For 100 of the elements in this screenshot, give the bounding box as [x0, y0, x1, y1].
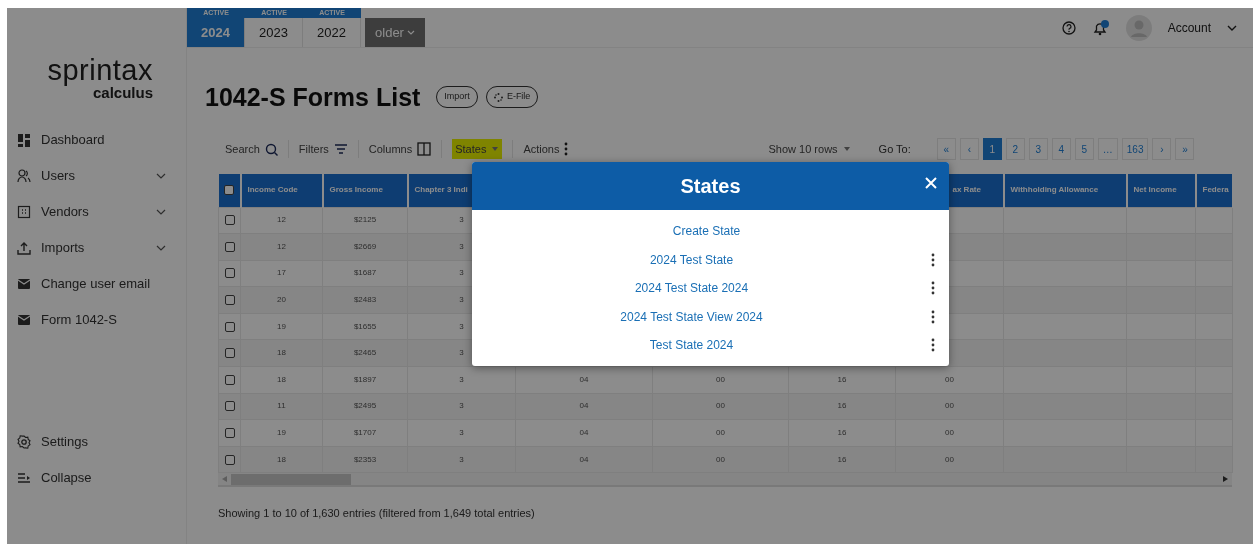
table-cell: 00 — [945, 454, 954, 464]
column-header[interactable]: Net Income — [1133, 185, 1177, 195]
import-button[interactable]: Import — [436, 86, 478, 108]
help-icon[interactable] — [1061, 20, 1076, 35]
sidebar-item[interactable]: Vendors — [7, 194, 186, 230]
filter-icon — [333, 143, 348, 155]
actions-button[interactable]: Actions — [523, 138, 569, 160]
notification-bell-icon[interactable] — [1091, 19, 1110, 36]
search-button[interactable]: Search — [225, 138, 278, 160]
table-cell: 3 — [459, 348, 464, 358]
filters-button[interactable]: Filters — [298, 138, 348, 160]
table-cell: 20 — [277, 295, 286, 305]
row-checkbox[interactable] — [224, 241, 235, 252]
create-state-link[interactable]: Create State — [472, 222, 941, 241]
page-button[interactable]: 2 — [1005, 138, 1025, 160]
kebab-icon[interactable] — [931, 281, 935, 296]
dialog-title: States — [680, 174, 741, 199]
page-button[interactable]: 1 — [982, 138, 1002, 160]
page-button[interactable]: » — [1175, 138, 1195, 160]
sidebar-item[interactable]: Users — [7, 158, 186, 194]
columns-button[interactable]: Columns — [368, 138, 432, 160]
kebab-icon[interactable] — [931, 252, 935, 267]
settings-icon — [17, 435, 31, 449]
older-dropdown[interactable]: older — [365, 18, 425, 47]
table-cell: 04 — [579, 401, 589, 411]
table-cell: 00 — [716, 454, 725, 464]
page-button[interactable]: › — [1152, 138, 1172, 160]
table-cell: $2125 — [353, 215, 377, 225]
envelope-icon — [17, 277, 31, 291]
rows-per-page-dropdown[interactable]: Show 10 rows — [768, 138, 851, 160]
table-cell: $1655 — [353, 321, 377, 331]
table-cell: 00 — [716, 401, 725, 411]
sidebar-item[interactable]: Dashboard — [7, 122, 186, 158]
table-cell: 12 — [277, 215, 286, 225]
table-cell: 00 — [716, 374, 725, 384]
scrollbar-thumb[interactable] — [231, 473, 351, 485]
row-checkbox[interactable] — [224, 401, 235, 412]
page-button[interactable]: 3 — [1028, 138, 1048, 160]
spinner-icon — [493, 92, 503, 102]
columns-icon — [417, 142, 432, 156]
row-checkbox[interactable] — [224, 215, 235, 226]
table-cell: $1687 — [353, 268, 377, 278]
state-link[interactable]: 2024 Test State 2024 — [472, 279, 911, 298]
table-cell: 3 — [459, 268, 464, 278]
table-cell: $2495 — [353, 401, 377, 411]
building-icon — [17, 205, 31, 219]
e-file-button[interactable]: E-File — [485, 86, 539, 108]
row-checkbox[interactable] — [224, 294, 235, 305]
logo-text: sprintax — [47, 56, 153, 85]
sidebar-item[interactable]: Settings — [7, 424, 186, 460]
state-link[interactable]: Test State 2024 — [472, 336, 911, 355]
states-dropdown[interactable]: States — [452, 138, 503, 160]
column-header[interactable]: Chapter 3 Indi — [414, 185, 468, 195]
sidebar-item[interactable]: Form 1042-S — [7, 302, 186, 338]
row-checkbox[interactable] — [224, 268, 235, 279]
account-menu[interactable]: Account — [1167, 18, 1237, 37]
table-cell: 3 — [459, 295, 464, 305]
table-cell: 04 — [579, 428, 589, 438]
row-checkbox[interactable] — [224, 348, 235, 359]
table-cell: 12 — [277, 241, 286, 251]
kebab-icon[interactable] — [931, 338, 935, 353]
scroll-right-icon[interactable] — [1223, 476, 1228, 483]
table-cell: 00 — [945, 374, 954, 384]
caret-down-icon — [491, 146, 500, 152]
row-checkbox[interactable] — [224, 454, 235, 465]
table-cell: $2353 — [353, 454, 377, 464]
table-cell: 04 — [579, 454, 589, 464]
table-cell: 3 — [459, 454, 464, 464]
users-icon — [17, 169, 31, 183]
row-checkbox[interactable] — [224, 427, 235, 438]
collapse-icon — [17, 471, 31, 485]
page-button[interactable]: 5 — [1074, 138, 1094, 160]
column-header[interactable]: Income Code — [247, 185, 298, 195]
close-icon — [925, 176, 937, 189]
row-checkbox[interactable] — [224, 321, 235, 332]
table-cell: 11 — [277, 401, 286, 411]
table-cell: 00 — [716, 428, 725, 438]
page-button[interactable]: 163 — [1121, 138, 1149, 160]
sidebar-item[interactable]: Imports — [7, 230, 186, 266]
page-button[interactable]: « — [936, 138, 956, 160]
kebab-icon[interactable] — [931, 309, 935, 324]
row-checkbox[interactable] — [224, 374, 235, 385]
chevron-down-icon — [406, 30, 415, 35]
table-cell: $2669 — [353, 241, 377, 251]
sidebar-item[interactable]: Collapse — [7, 460, 186, 496]
table-cell: $1707 — [353, 428, 377, 438]
table-cell: 19 — [277, 321, 286, 331]
column-header[interactable]: Gross Income — [329, 185, 383, 195]
select-all-checkbox[interactable] — [224, 185, 234, 196]
page-button[interactable]: … — [1097, 138, 1118, 160]
caret-down-icon — [842, 146, 851, 152]
logo-subtitle: calculus — [92, 85, 153, 100]
table-cell: 16 — [837, 401, 847, 411]
table-cell: 04 — [579, 374, 589, 384]
column-header[interactable]: ax Rate — [952, 185, 981, 195]
page-button[interactable]: ‹ — [959, 138, 979, 160]
sidebar-item[interactable]: Change user email — [7, 266, 186, 302]
page-button[interactable]: 4 — [1051, 138, 1071, 160]
state-link[interactable]: 2024 Test State View 2024 — [472, 307, 911, 326]
state-link[interactable]: 2024 Test State — [472, 250, 911, 269]
